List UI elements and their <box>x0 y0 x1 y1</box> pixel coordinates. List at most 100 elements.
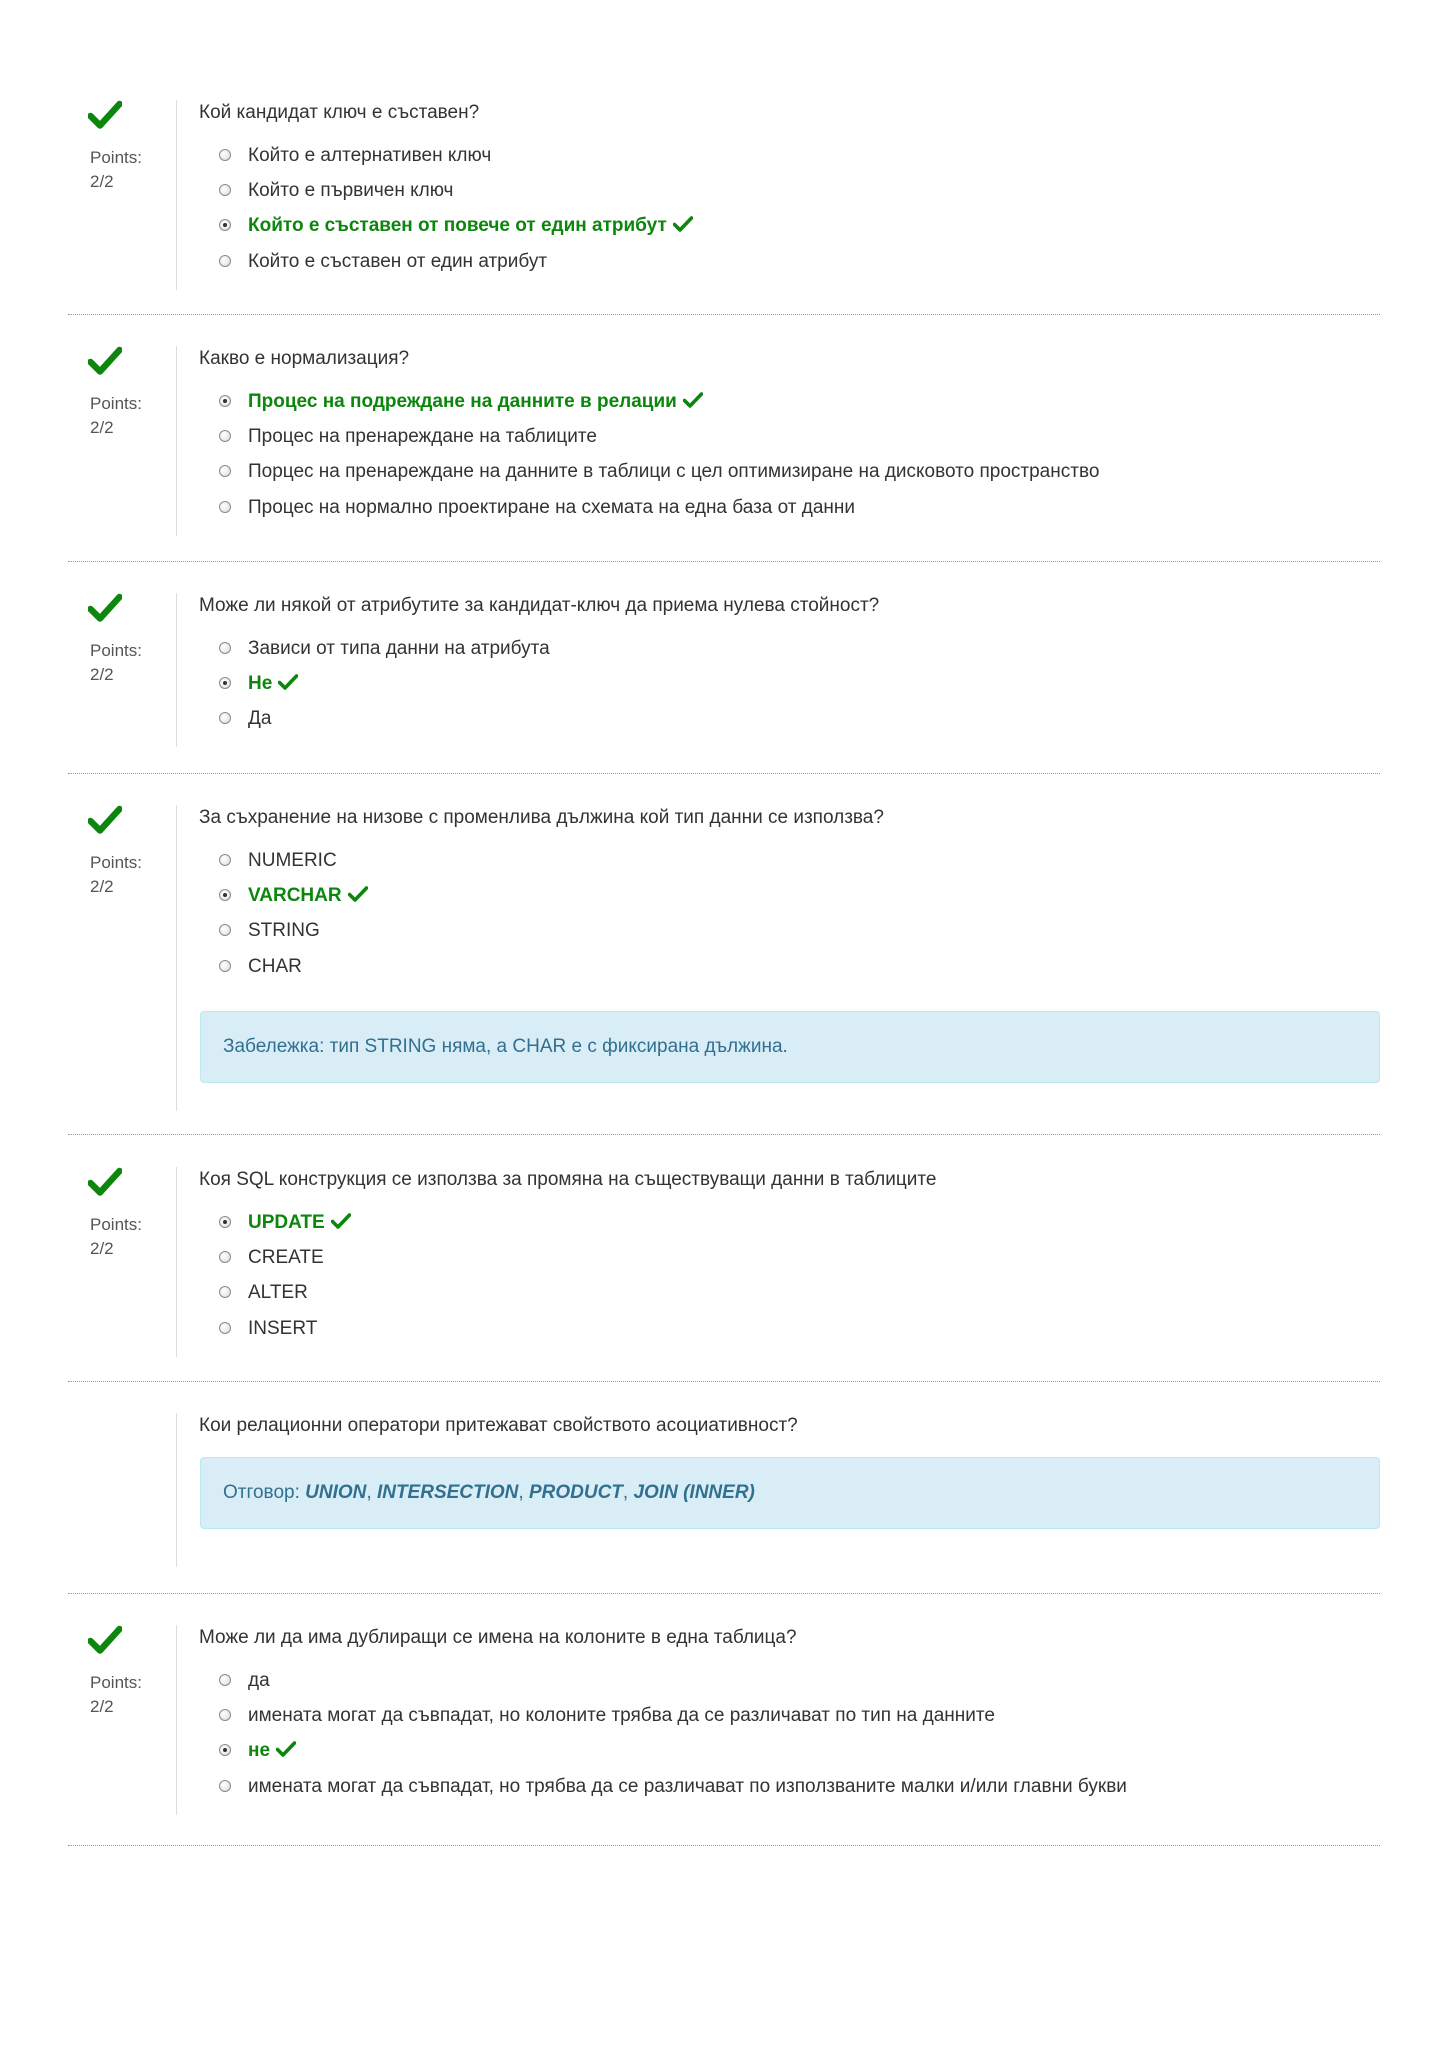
answer-option-label: не <box>248 1740 271 1761</box>
radio-icon[interactable] <box>219 677 231 689</box>
points-label: Points: <box>90 1673 142 1692</box>
question-separator <box>68 1593 1380 1594</box>
answer-option-label: Процес на нормално проектиране на схемат… <box>248 497 856 518</box>
points-label: Points: <box>90 641 142 660</box>
radio-icon[interactable] <box>219 712 231 724</box>
answer-option-label: INSERT <box>248 1318 318 1339</box>
answer-option-label: Процес на пренареждане на таблиците <box>248 426 597 447</box>
note-text: Забележка: тип STRING няма, а CHAR е с ф… <box>223 1036 788 1057</box>
answer-separator: , <box>366 1482 372 1503</box>
radio-icon[interactable] <box>219 854 231 866</box>
answer-text: Отговор: UNION, INTERSECTION, PRODUCT, J… <box>223 1482 755 1504</box>
answer-option-label: Процес на подреждане на данните в релаци… <box>248 391 677 412</box>
answer-term: JOIN (INNER) <box>633 1482 755 1503</box>
answer-option-label: Който е алтернативен ключ <box>248 145 492 166</box>
radio-icon[interactable] <box>219 1709 231 1721</box>
answer-option-label: STRING <box>248 920 320 941</box>
question-divider-line <box>176 100 177 290</box>
radio-icon[interactable] <box>219 1216 231 1228</box>
question-text: Може ли някой от атрибутите за кандидат-… <box>199 595 880 616</box>
checkmark-icon <box>87 1167 123 1197</box>
question-text: Може ли да има дублиращи се имена на кол… <box>199 1627 797 1648</box>
question-separator <box>68 1845 1380 1846</box>
answer-term: PRODUCT <box>528 1482 623 1503</box>
points-label: Points: <box>90 1215 142 1234</box>
question-text: Кои релационни оператори притежават свой… <box>199 1415 798 1436</box>
radio-icon[interactable] <box>219 960 231 972</box>
checkmark-icon <box>275 1741 297 1757</box>
question-divider-line <box>176 1167 177 1357</box>
answer-option-label: имената могат да съвпадат, но колоните т… <box>248 1705 995 1726</box>
answer-option-label: VARCHAR <box>248 885 342 906</box>
checkmark-icon <box>672 216 694 232</box>
radio-icon[interactable] <box>219 1251 231 1263</box>
question-text: Коя SQL конструкция се използва за промя… <box>199 1169 937 1190</box>
points-value: 2/2 <box>90 665 114 684</box>
points-value: 2/2 <box>90 172 114 191</box>
radio-icon[interactable] <box>219 1286 231 1298</box>
checkmark-icon <box>330 1213 352 1229</box>
points-value: 2/2 <box>90 1239 114 1258</box>
question-text: За съхранение на низове с променлива дъл… <box>199 807 884 828</box>
radio-icon[interactable] <box>219 465 231 477</box>
radio-icon[interactable] <box>219 1780 231 1792</box>
radio-icon[interactable] <box>219 1744 231 1756</box>
answer-option-label: Не <box>248 673 273 694</box>
question-divider-line <box>176 1625 177 1815</box>
note-box: Забележка: тип STRING няма, а CHAR е с ф… <box>200 1011 1380 1083</box>
answer-separator: , <box>622 1482 629 1503</box>
radio-icon[interactable] <box>219 924 231 936</box>
answer-option-label: Който е първичен ключ <box>248 180 454 201</box>
radio-icon[interactable] <box>219 219 231 231</box>
radio-icon[interactable] <box>219 149 231 161</box>
points-label: Points: <box>90 853 142 872</box>
radio-icon[interactable] <box>219 889 231 901</box>
checkmark-icon <box>277 674 299 690</box>
points-value: 2/2 <box>90 418 114 437</box>
radio-icon[interactable] <box>219 642 231 654</box>
answer-term: INTERSECTION <box>376 1482 519 1503</box>
answer-option-label: Зависи от типа данни на атрибута <box>248 638 550 659</box>
answer-option-label: UPDATE <box>248 1212 325 1233</box>
answer-option-label: да <box>248 1670 270 1691</box>
answer-option-label: NUMERIC <box>248 850 337 871</box>
answer-option-label: Да <box>248 708 272 729</box>
question-divider-line <box>176 593 177 747</box>
question-separator <box>68 773 1380 774</box>
answer-option-label: CREATE <box>248 1247 324 1268</box>
checkmark-icon <box>87 346 123 376</box>
answer-box: Отговор: UNION, INTERSECTION, PRODUCT, J… <box>200 1457 1380 1529</box>
radio-icon[interactable] <box>219 184 231 196</box>
question-separator <box>68 314 1380 315</box>
answer-option-label: имената могат да съвпадат, но трябва да … <box>248 1776 1127 1797</box>
answer-option-label: Който е съставен от повече от един атриб… <box>248 215 667 236</box>
radio-icon[interactable] <box>219 430 231 442</box>
question-text: Какво е нормализация? <box>199 348 410 369</box>
answer-prefix: Отговор: <box>223 1482 300 1503</box>
answer-option-label: ALTER <box>248 1282 308 1303</box>
checkmark-icon <box>87 100 123 130</box>
checkmark-icon <box>347 886 368 902</box>
question-text: Кой кандидат ключ е съставен? <box>199 102 480 123</box>
question-divider-line <box>176 805 177 1111</box>
question-separator <box>68 561 1380 562</box>
points-value: 2/2 <box>90 1697 114 1716</box>
checkmark-icon <box>87 593 123 623</box>
radio-icon[interactable] <box>219 255 231 267</box>
points-label: Points: <box>90 394 142 413</box>
radio-icon[interactable] <box>219 1674 231 1686</box>
checkmark-icon <box>87 1625 123 1655</box>
answer-option-label: CHAR <box>248 956 302 977</box>
checkmark-icon <box>682 392 704 408</box>
question-separator <box>68 1381 1380 1382</box>
points-label: Points: <box>90 148 142 167</box>
question-separator <box>68 1134 1380 1135</box>
answer-option-label: Който е съставен от един атрибут <box>248 251 548 272</box>
points-value: 2/2 <box>90 877 114 896</box>
radio-icon[interactable] <box>219 395 231 407</box>
answer-separator: , <box>518 1482 524 1503</box>
radio-icon[interactable] <box>219 1322 231 1334</box>
answer-term: UNION <box>305 1482 367 1503</box>
question-divider-line <box>176 346 177 536</box>
radio-icon[interactable] <box>219 501 231 513</box>
